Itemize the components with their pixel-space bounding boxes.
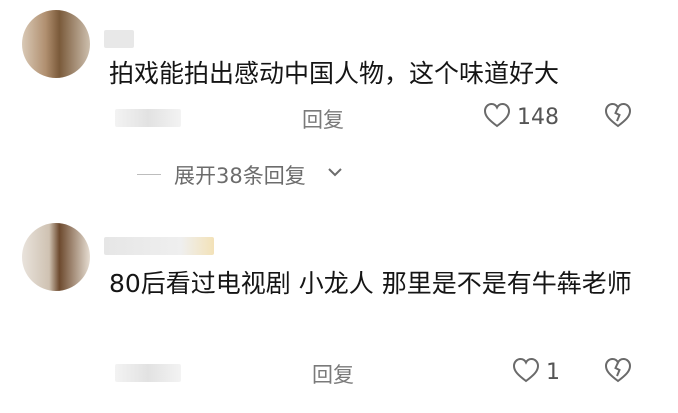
broken-heart-icon bbox=[604, 102, 632, 133]
expand-replies-label: 展开38条回复 bbox=[174, 164, 306, 188]
comment-text: 拍戏能拍出感动中国人物，这个味道好大 bbox=[109, 59, 560, 88]
heart-outline-icon bbox=[483, 102, 511, 133]
timestamp-blurred bbox=[115, 364, 181, 382]
reply-button[interactable]: 回复 bbox=[312, 359, 354, 389]
comment-item: 回复 1 bbox=[0, 215, 678, 413]
comment-item: 拍戏能拍出感动中国人物，这个味道好大 回复 148 展开38条回复 bbox=[0, 0, 678, 200]
like-count: 148 bbox=[517, 105, 559, 130]
username-blurred[interactable] bbox=[104, 30, 134, 48]
like-button[interactable]: 148 bbox=[483, 102, 559, 133]
heart-outline-icon bbox=[512, 357, 540, 388]
avatar[interactable] bbox=[22, 223, 90, 291]
username-blurred[interactable] bbox=[104, 237, 214, 255]
expand-replies[interactable]: 展开38条回复 bbox=[0, 158, 678, 190]
divider bbox=[137, 174, 161, 175]
like-count: 1 bbox=[546, 360, 560, 385]
reply-button[interactable]: 回复 bbox=[302, 104, 344, 134]
comment-text: 80后看过电视剧 小龙人 那里是不是有牛犇老师 bbox=[109, 269, 632, 298]
dislike-button[interactable] bbox=[604, 357, 632, 388]
dislike-button[interactable] bbox=[604, 102, 632, 133]
chevron-down-icon bbox=[326, 162, 344, 186]
comment-meta: 回复 148 bbox=[0, 100, 678, 134]
timestamp-blurred bbox=[115, 109, 181, 127]
broken-heart-icon bbox=[604, 357, 632, 388]
comment-meta: 回复 1 bbox=[0, 355, 678, 389]
avatar[interactable] bbox=[22, 10, 90, 78]
like-button[interactable]: 1 bbox=[512, 357, 560, 388]
